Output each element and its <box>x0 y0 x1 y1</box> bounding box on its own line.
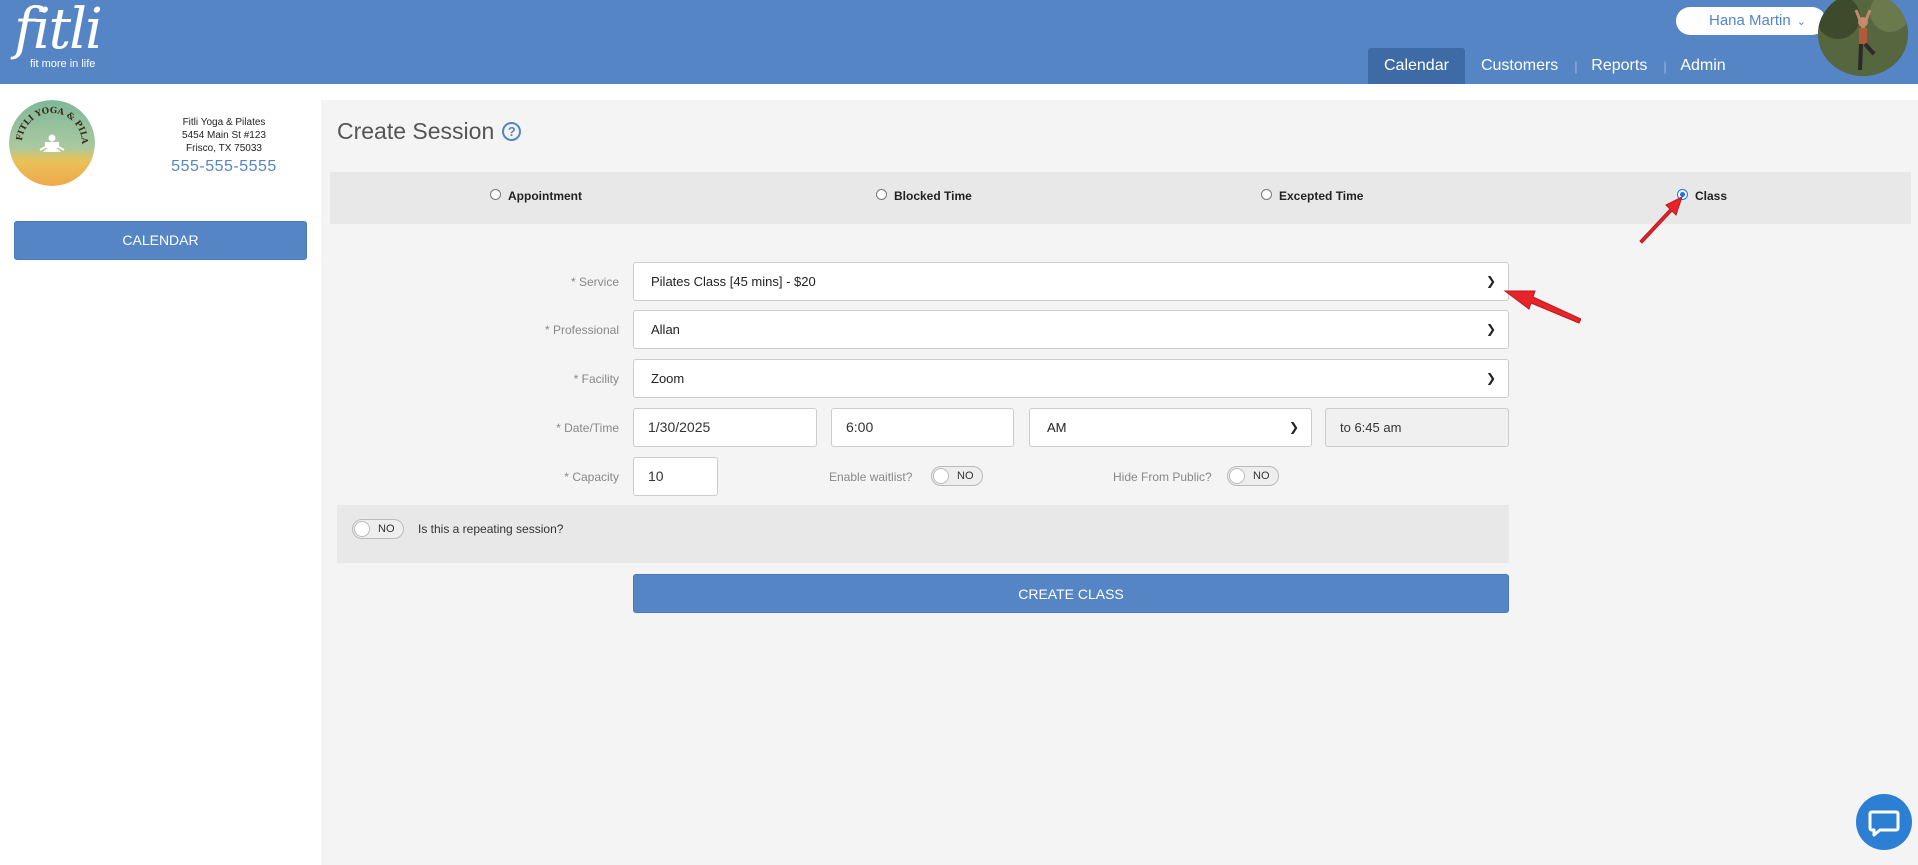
toggle-state: NO <box>957 470 974 482</box>
chat-bubble-icon <box>1868 810 1900 837</box>
toggle-knob <box>1229 468 1245 484</box>
service-select[interactable]: Pilates Class [45 mins] - $20 ❯ <box>633 262 1509 301</box>
ampm-select[interactable]: AM ❯ <box>1029 408 1312 447</box>
main-nav: Calendar Customers | Reports | Admin <box>1368 48 1742 84</box>
service-label: * Service <box>570 275 619 289</box>
capacity-input[interactable]: 10 <box>633 457 718 496</box>
top-bar: fitli fit more in life Hana Martin ⌄ Cale… <box>0 0 1918 84</box>
avatar[interactable] <box>1818 0 1908 76</box>
user-menu[interactable]: Hana Martin ⌄ <box>1676 7 1826 35</box>
annotation-arrow-icon <box>1639 196 1683 244</box>
hide-public-toggle[interactable]: NO <box>1227 466 1279 486</box>
main-panel: Create Session ? Appointment Blocked Tim… <box>321 100 1918 865</box>
page-title: Create Session ? <box>337 118 522 145</box>
calendar-button[interactable]: CALENDAR <box>14 221 307 260</box>
create-class-button[interactable]: CREATE CLASS <box>633 574 1509 613</box>
facility-value: Zoom <box>651 371 685 386</box>
studio-phone[interactable]: 555-555-5555 <box>160 157 288 177</box>
service-value: Pilates Class [45 mins] - $20 <box>651 274 816 289</box>
studio-address-line1: 5454 Main St #123 <box>182 130 266 141</box>
radio-button[interactable] <box>876 188 887 200</box>
radio-button[interactable] <box>1261 188 1272 200</box>
radio-button[interactable] <box>490 188 501 200</box>
capacity-label: * Capacity <box>564 470 619 484</box>
toggle-knob <box>933 468 949 484</box>
datetime-label: * Date/Time <box>556 421 619 435</box>
radio-blocked-time[interactable]: Blocked Time <box>876 188 972 203</box>
sidebar: FITLI YOGA & PILATES Fitli Yoga & Pilate… <box>0 84 320 865</box>
nav-admin[interactable]: Admin <box>1664 48 1741 84</box>
waitlist-label: Enable waitlist? <box>829 470 913 484</box>
chevron-down-icon: ❯ <box>1485 274 1496 288</box>
logo-tagline: fit more in life <box>30 58 96 70</box>
nav-calendar[interactable]: Calendar <box>1368 48 1465 84</box>
toggle-state: NO <box>1253 470 1270 482</box>
facility-select[interactable]: Zoom ❯ <box>633 359 1509 398</box>
nav-reports[interactable]: Reports <box>1575 48 1663 84</box>
hide-public-label: Hide From Public? <box>1113 470 1212 484</box>
radio-label: Class <box>1695 189 1728 203</box>
chevron-down-icon: ❯ <box>1485 371 1496 385</box>
logo-wordmark: fitli <box>14 0 103 62</box>
date-input[interactable]: 1/30/2025 <box>633 408 817 447</box>
user-name: Hana Martin <box>1709 12 1791 29</box>
repeating-panel: NO Is this a repeating session? <box>337 505 1509 563</box>
radio-label: Appointment <box>508 189 582 203</box>
professional-select[interactable]: Allan ❯ <box>633 310 1509 349</box>
professional-value: Allan <box>651 322 680 337</box>
end-time-display: to 6:45 am <box>1325 408 1509 447</box>
radio-label: Excepted Time <box>1279 189 1364 203</box>
chevron-down-icon: ⌄ <box>1796 16 1806 28</box>
ampm-value: AM <box>1047 420 1067 435</box>
toggle-knob <box>354 521 370 537</box>
toggle-state: NO <box>378 523 395 535</box>
nav-customers[interactable]: Customers <box>1465 48 1574 84</box>
waitlist-toggle[interactable]: NO <box>931 466 983 486</box>
radio-appointment[interactable]: Appointment <box>490 188 582 203</box>
studio-info: Fitli Yoga & Pilates 5454 Main St #123 F… <box>160 116 288 177</box>
annotation-arrow-icon <box>1503 290 1581 324</box>
chevron-down-icon: ❯ <box>1485 322 1496 336</box>
studio-name: Fitli Yoga & Pilates <box>182 117 266 128</box>
help-icon[interactable]: ? <box>502 122 522 141</box>
radio-excepted-time[interactable]: Excepted Time <box>1261 188 1364 203</box>
chevron-down-icon: ❯ <box>1288 420 1299 434</box>
facility-label: * Facility <box>573 372 619 386</box>
radio-label: Blocked Time <box>894 189 972 203</box>
time-input[interactable]: 6:00 <box>831 408 1014 447</box>
chat-widget-button[interactable] <box>1856 794 1912 850</box>
page-title-text: Create Session <box>337 118 495 144</box>
repeating-label: Is this a repeating session? <box>418 522 564 536</box>
repeating-toggle[interactable]: NO <box>352 519 404 539</box>
fitli-logo[interactable]: fitli fit more in life <box>14 0 103 71</box>
studio-logo: FITLI YOGA & PILATES <box>9 100 95 186</box>
studio-address-line2: Frisco, TX 75033 <box>186 143 262 154</box>
professional-label: * Professional <box>544 323 619 337</box>
